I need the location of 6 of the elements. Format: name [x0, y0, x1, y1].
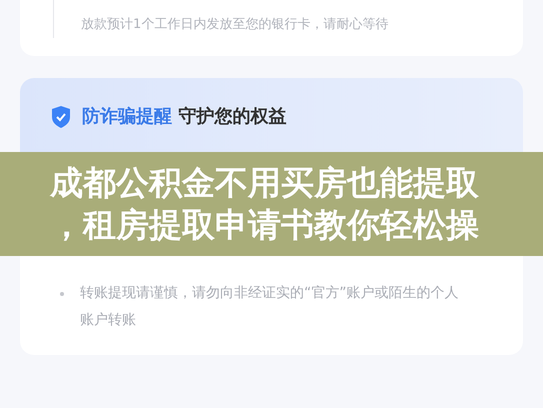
card-title: 防诈骗提醒 守护您的权益: [82, 105, 286, 129]
banner-headline: ，租房提取申请书教你轻松操: [50, 204, 480, 246]
tip-text: 转账提现请谨慎，请勿向非经证实的“官方”账户或陌生的个人账户转账: [80, 284, 460, 330]
shield-check-icon: [50, 105, 72, 129]
step-note: 放款预计1个工作日内发放至您的银行卡，请耐心等待: [81, 16, 388, 34]
banner-headline: 成都公积金不用买房也能提取: [50, 162, 480, 204]
